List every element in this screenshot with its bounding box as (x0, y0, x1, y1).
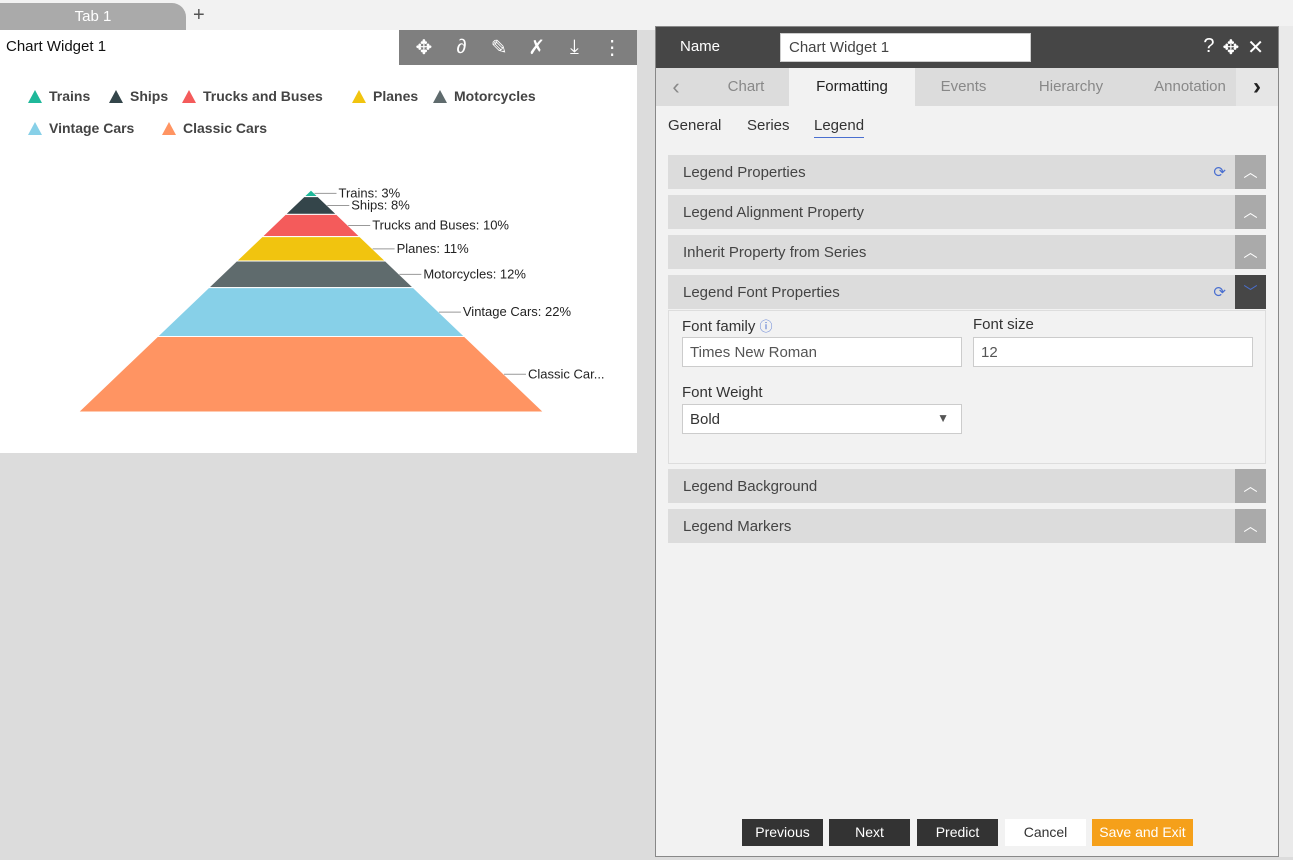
next-button[interactable]: Next (829, 819, 910, 846)
font-family-label: Font family ⓘ (682, 318, 773, 335)
pyramid-chart: Trains: 3%Ships: 8%Trucks and Buses: 10%… (77, 185, 605, 413)
tab-chart[interactable]: Chart (706, 68, 786, 106)
chevron-up-icon[interactable]: ︿ (1235, 469, 1266, 503)
font-weight-label: Font Weight (682, 384, 763, 401)
name-label: Name (680, 38, 721, 55)
tabs-next-icon[interactable]: › (1236, 68, 1278, 106)
refresh-icon[interactable]: ⟳ (1213, 163, 1226, 181)
refresh-icon[interactable]: ⟳ (1213, 283, 1226, 301)
data-label: Planes: 11% (397, 241, 469, 256)
data-label: Motorcycles: 12% (423, 266, 526, 281)
panel-tabs: ‹ Chart Formatting Events Hierarchy Anno… (656, 68, 1278, 106)
properties-panel: Name ? ✥ ✕ ‹ Chart Formatting Events Hiera… (655, 26, 1279, 857)
section-title: Legend Alignment Property (683, 204, 864, 221)
move-icon[interactable]: ✥ (1222, 35, 1239, 60)
chevron-up-icon[interactable]: ︿ (1235, 155, 1266, 189)
legend-font-body: Font family ⓘ Times New Roman Font size … (668, 310, 1266, 464)
section-title: Legend Properties (683, 164, 806, 181)
data-label: Vintage Cars: 22% (463, 304, 572, 319)
section-inherit-property[interactable]: Inherit Property from Series ︿ (668, 235, 1266, 269)
pyramid-segment[interactable] (156, 287, 466, 338)
section-legend-alignment[interactable]: Legend Alignment Property ︿ (668, 195, 1266, 229)
cancel-button[interactable]: Cancel (1005, 819, 1086, 846)
font-weight-select[interactable]: Bold ▼ (682, 404, 962, 434)
caret-down-icon: ▼ (937, 411, 949, 425)
tab-formatting[interactable]: Formatting (789, 68, 915, 106)
data-label: Classic Car... (528, 366, 605, 381)
pyramid-segment[interactable] (235, 236, 387, 262)
pyramid-segment[interactable] (207, 260, 415, 289)
section-legend-font[interactable]: Legend Font Properties ⟳ ﹀ (668, 275, 1266, 309)
panel-header: Name ? ✥ ✕ (656, 27, 1278, 68)
font-size-label: Font size (973, 316, 1034, 333)
chevron-down-icon[interactable]: ﹀ (1235, 275, 1266, 309)
section-title: Legend Markers (683, 518, 792, 535)
chevron-up-icon[interactable]: ︿ (1235, 509, 1266, 543)
font-family-input[interactable]: Times New Roman (682, 337, 962, 367)
font-size-input[interactable]: 12 (973, 337, 1253, 367)
tab-hierarchy[interactable]: Hierarchy (1021, 68, 1121, 106)
section-title: Legend Background (683, 478, 818, 495)
tabs-prev-icon[interactable]: ‹ (656, 68, 696, 106)
save-and-exit-button[interactable]: Save and Exit (1092, 819, 1193, 846)
tab-events[interactable]: Events (921, 68, 1006, 106)
data-label: Ships: 8% (351, 198, 410, 213)
help-icon[interactable]: ? (1203, 35, 1214, 60)
close-icon[interactable]: ✕ (1247, 35, 1264, 60)
section-title: Inherit Property from Series (683, 244, 867, 261)
scrollbar[interactable] (1279, 26, 1293, 857)
section-legend-background[interactable]: Legend Background ︿ (668, 469, 1266, 503)
info-icon[interactable]: ⓘ (760, 319, 773, 334)
section-title: Legend Font Properties (683, 284, 840, 301)
section-legend-markers[interactable]: Legend Markers ︿ (668, 509, 1266, 543)
data-label: Trucks and Buses: 10% (372, 218, 509, 233)
tab-annotation[interactable]: Annotation (1144, 68, 1236, 106)
chevron-up-icon[interactable]: ︿ (1235, 195, 1266, 229)
pyramid-segment[interactable] (260, 213, 362, 238)
subtab-legend[interactable]: Legend (814, 117, 865, 138)
subtab-general[interactable]: General (668, 117, 721, 134)
pyramid-segment[interactable] (77, 336, 545, 413)
predict-button[interactable]: Predict (917, 819, 998, 846)
name-input[interactable] (780, 33, 1031, 62)
section-legend-properties[interactable]: Legend Properties ⟳ ︿ (668, 155, 1266, 189)
chevron-up-icon[interactable]: ︿ (1235, 235, 1266, 269)
previous-button[interactable]: Previous (742, 819, 823, 846)
subtab-series[interactable]: Series (747, 117, 790, 134)
